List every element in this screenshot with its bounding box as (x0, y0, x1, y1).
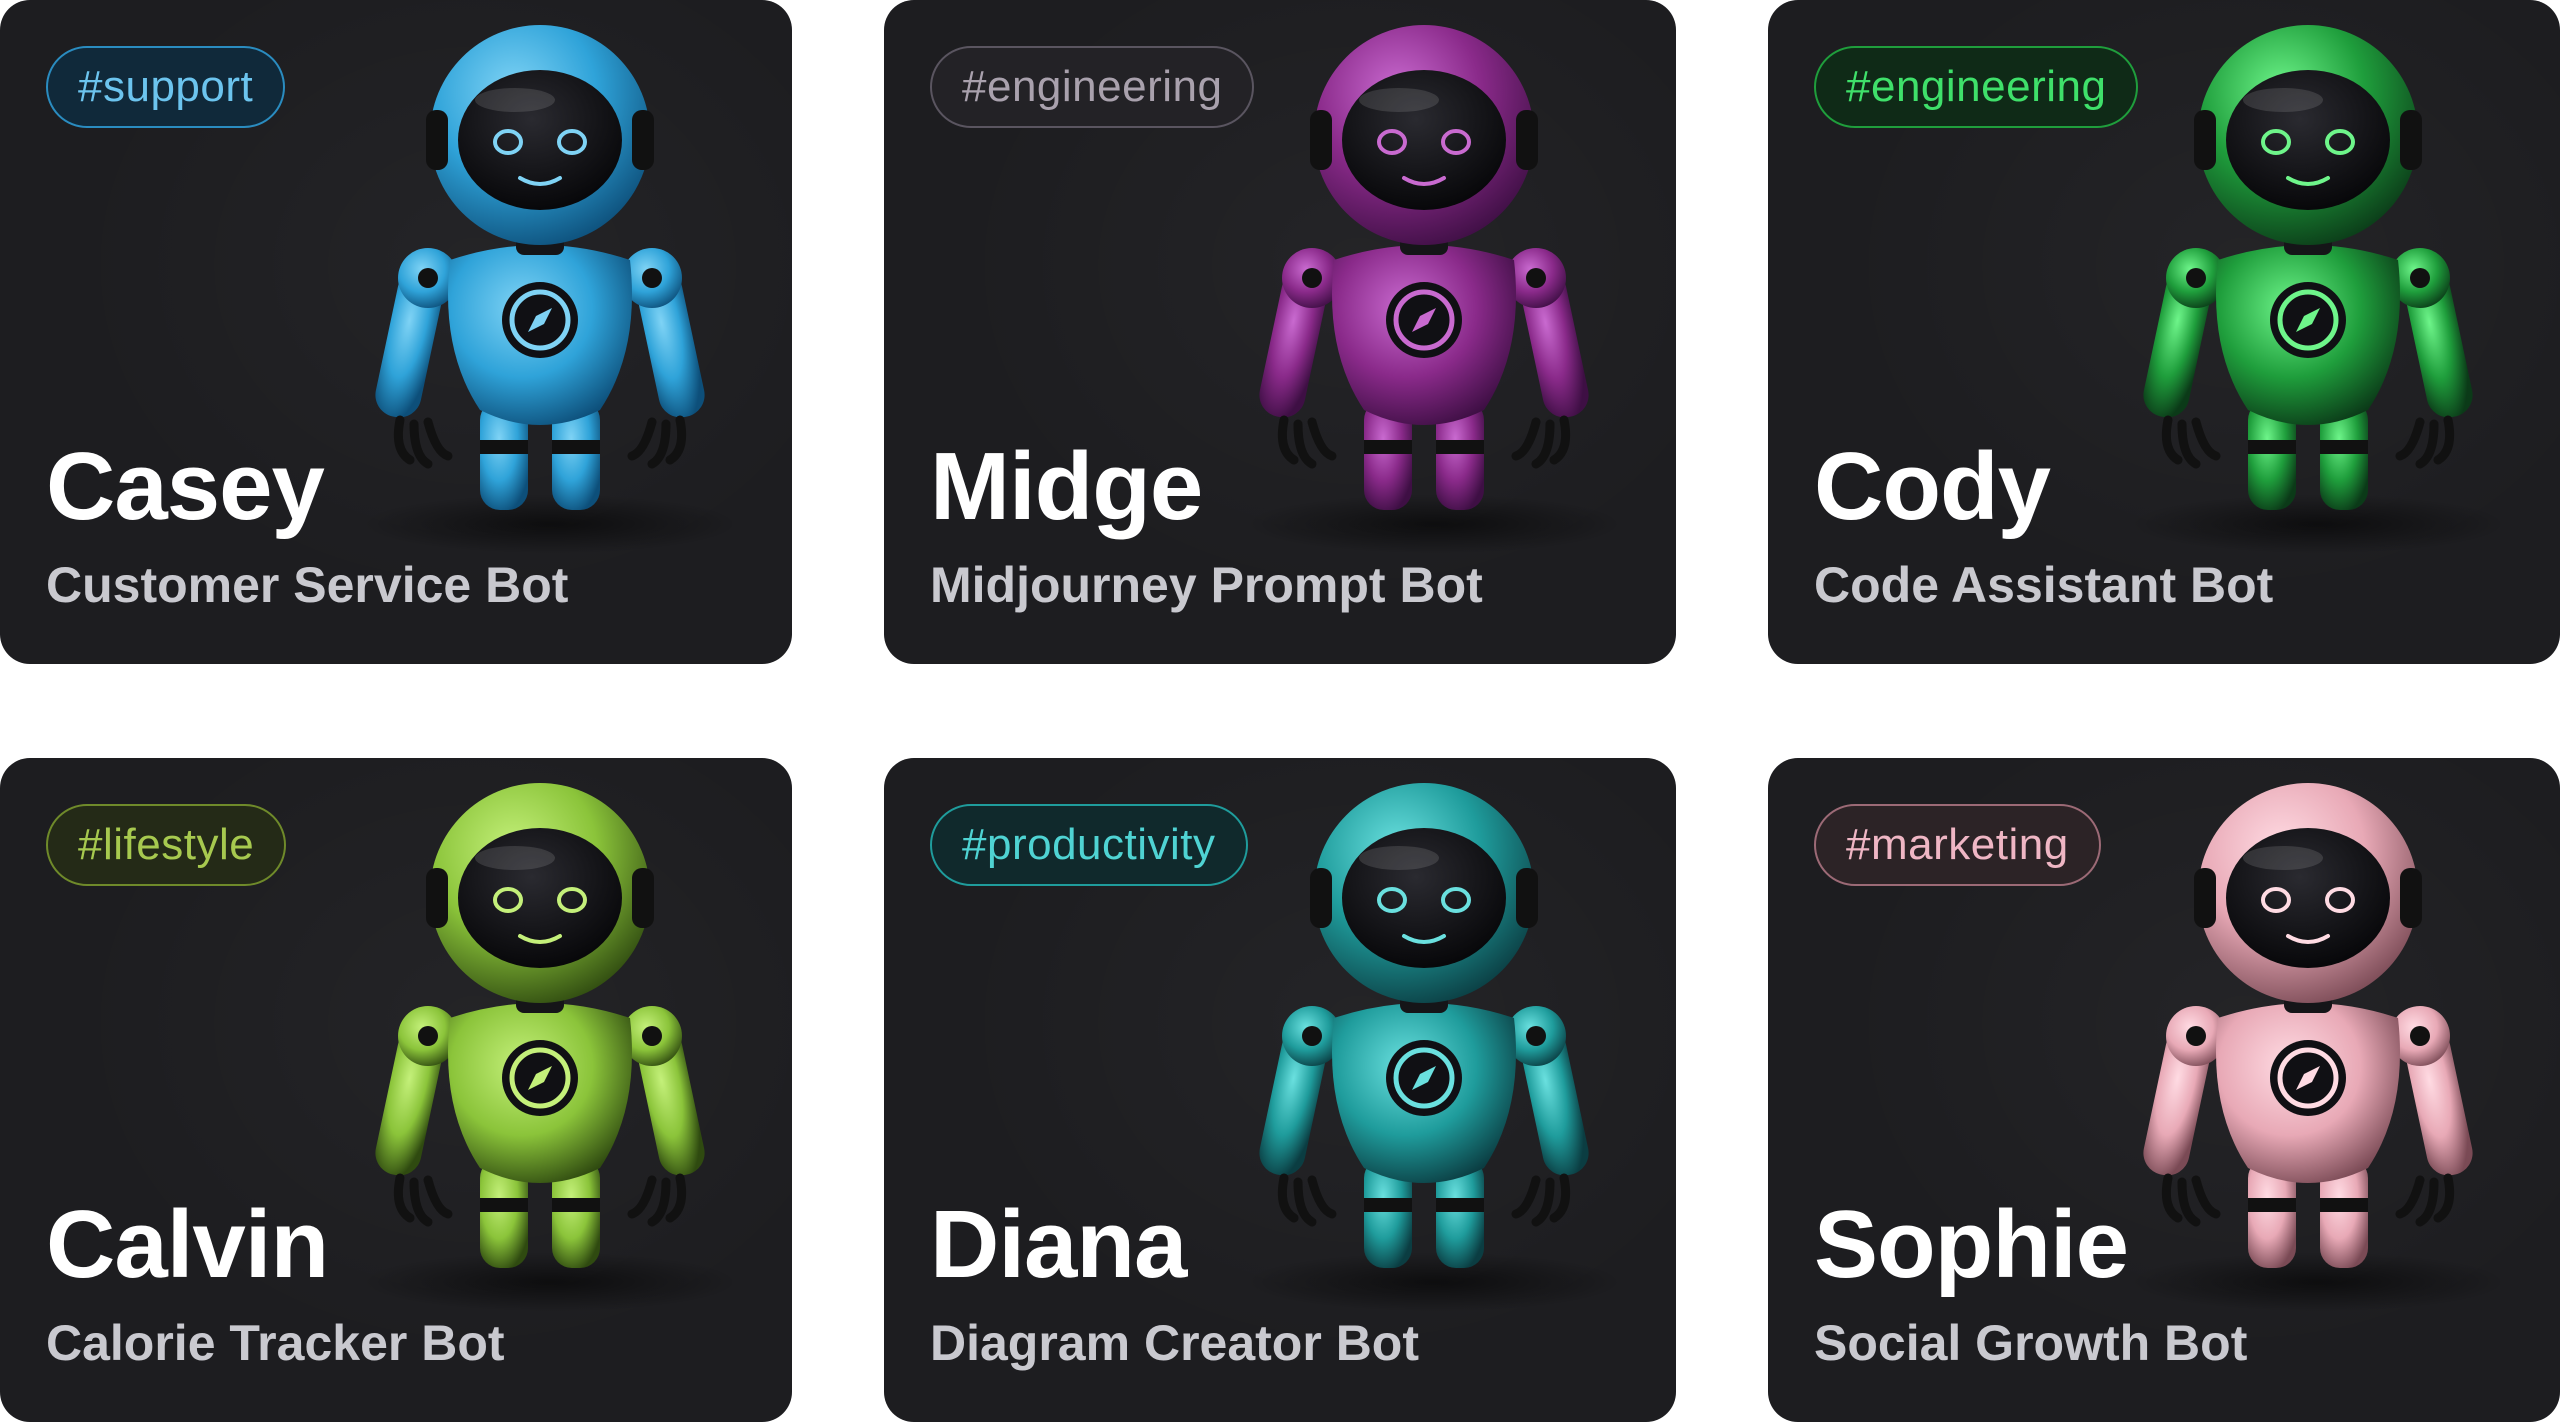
bot-name: Calvin (46, 1191, 329, 1298)
bot-name: Midge (930, 433, 1203, 540)
category-tag[interactable]: #engineering (1814, 46, 2139, 128)
bot-role: Customer Service Bot (46, 557, 569, 613)
category-tag[interactable]: #productivity (930, 804, 1248, 886)
robot-illustration (2143, 783, 2473, 1268)
robot-illustration (375, 783, 705, 1268)
robot-illustration (375, 25, 705, 510)
bot-card-midge[interactable]: #engineering Midge Midjourney Prompt Bot (884, 0, 1676, 664)
robot-illustration (1259, 783, 1589, 1268)
robot-illustration (2143, 25, 2473, 510)
bot-name: Cody (1814, 433, 2051, 540)
bot-role: Calorie Tracker Bot (46, 1315, 505, 1371)
category-tag[interactable]: #marketing (1814, 804, 2101, 886)
robot-illustration (1259, 25, 1589, 510)
bot-role: Code Assistant Bot (1814, 557, 2274, 613)
bot-role: Social Growth Bot (1814, 1315, 2248, 1371)
bot-grid: #support Casey Customer Service Bot #eng… (0, 0, 2560, 1424)
category-tag[interactable]: #lifestyle (46, 804, 287, 886)
bot-card-casey[interactable]: #support Casey Customer Service Bot (0, 0, 792, 664)
bot-name: Diana (930, 1191, 1187, 1298)
bot-name: Casey (46, 433, 325, 540)
bot-card-diana[interactable]: #productivity Diana Diagram Creator Bot (884, 758, 1676, 1422)
bot-name: Sophie (1814, 1191, 2129, 1298)
bot-card-cody[interactable]: #engineering Cody Code Assistant Bot (1768, 0, 2560, 664)
bot-role: Diagram Creator Bot (930, 1315, 1419, 1371)
category-tag[interactable]: #support (46, 46, 286, 128)
bot-role: Midjourney Prompt Bot (930, 557, 1483, 613)
bot-card-calvin[interactable]: #lifestyle Calvin Calorie Tracker Bot (0, 758, 792, 1422)
category-tag[interactable]: #engineering (930, 46, 1255, 128)
bot-card-sophie[interactable]: #marketing Sophie Social Growth Bot (1768, 758, 2560, 1422)
